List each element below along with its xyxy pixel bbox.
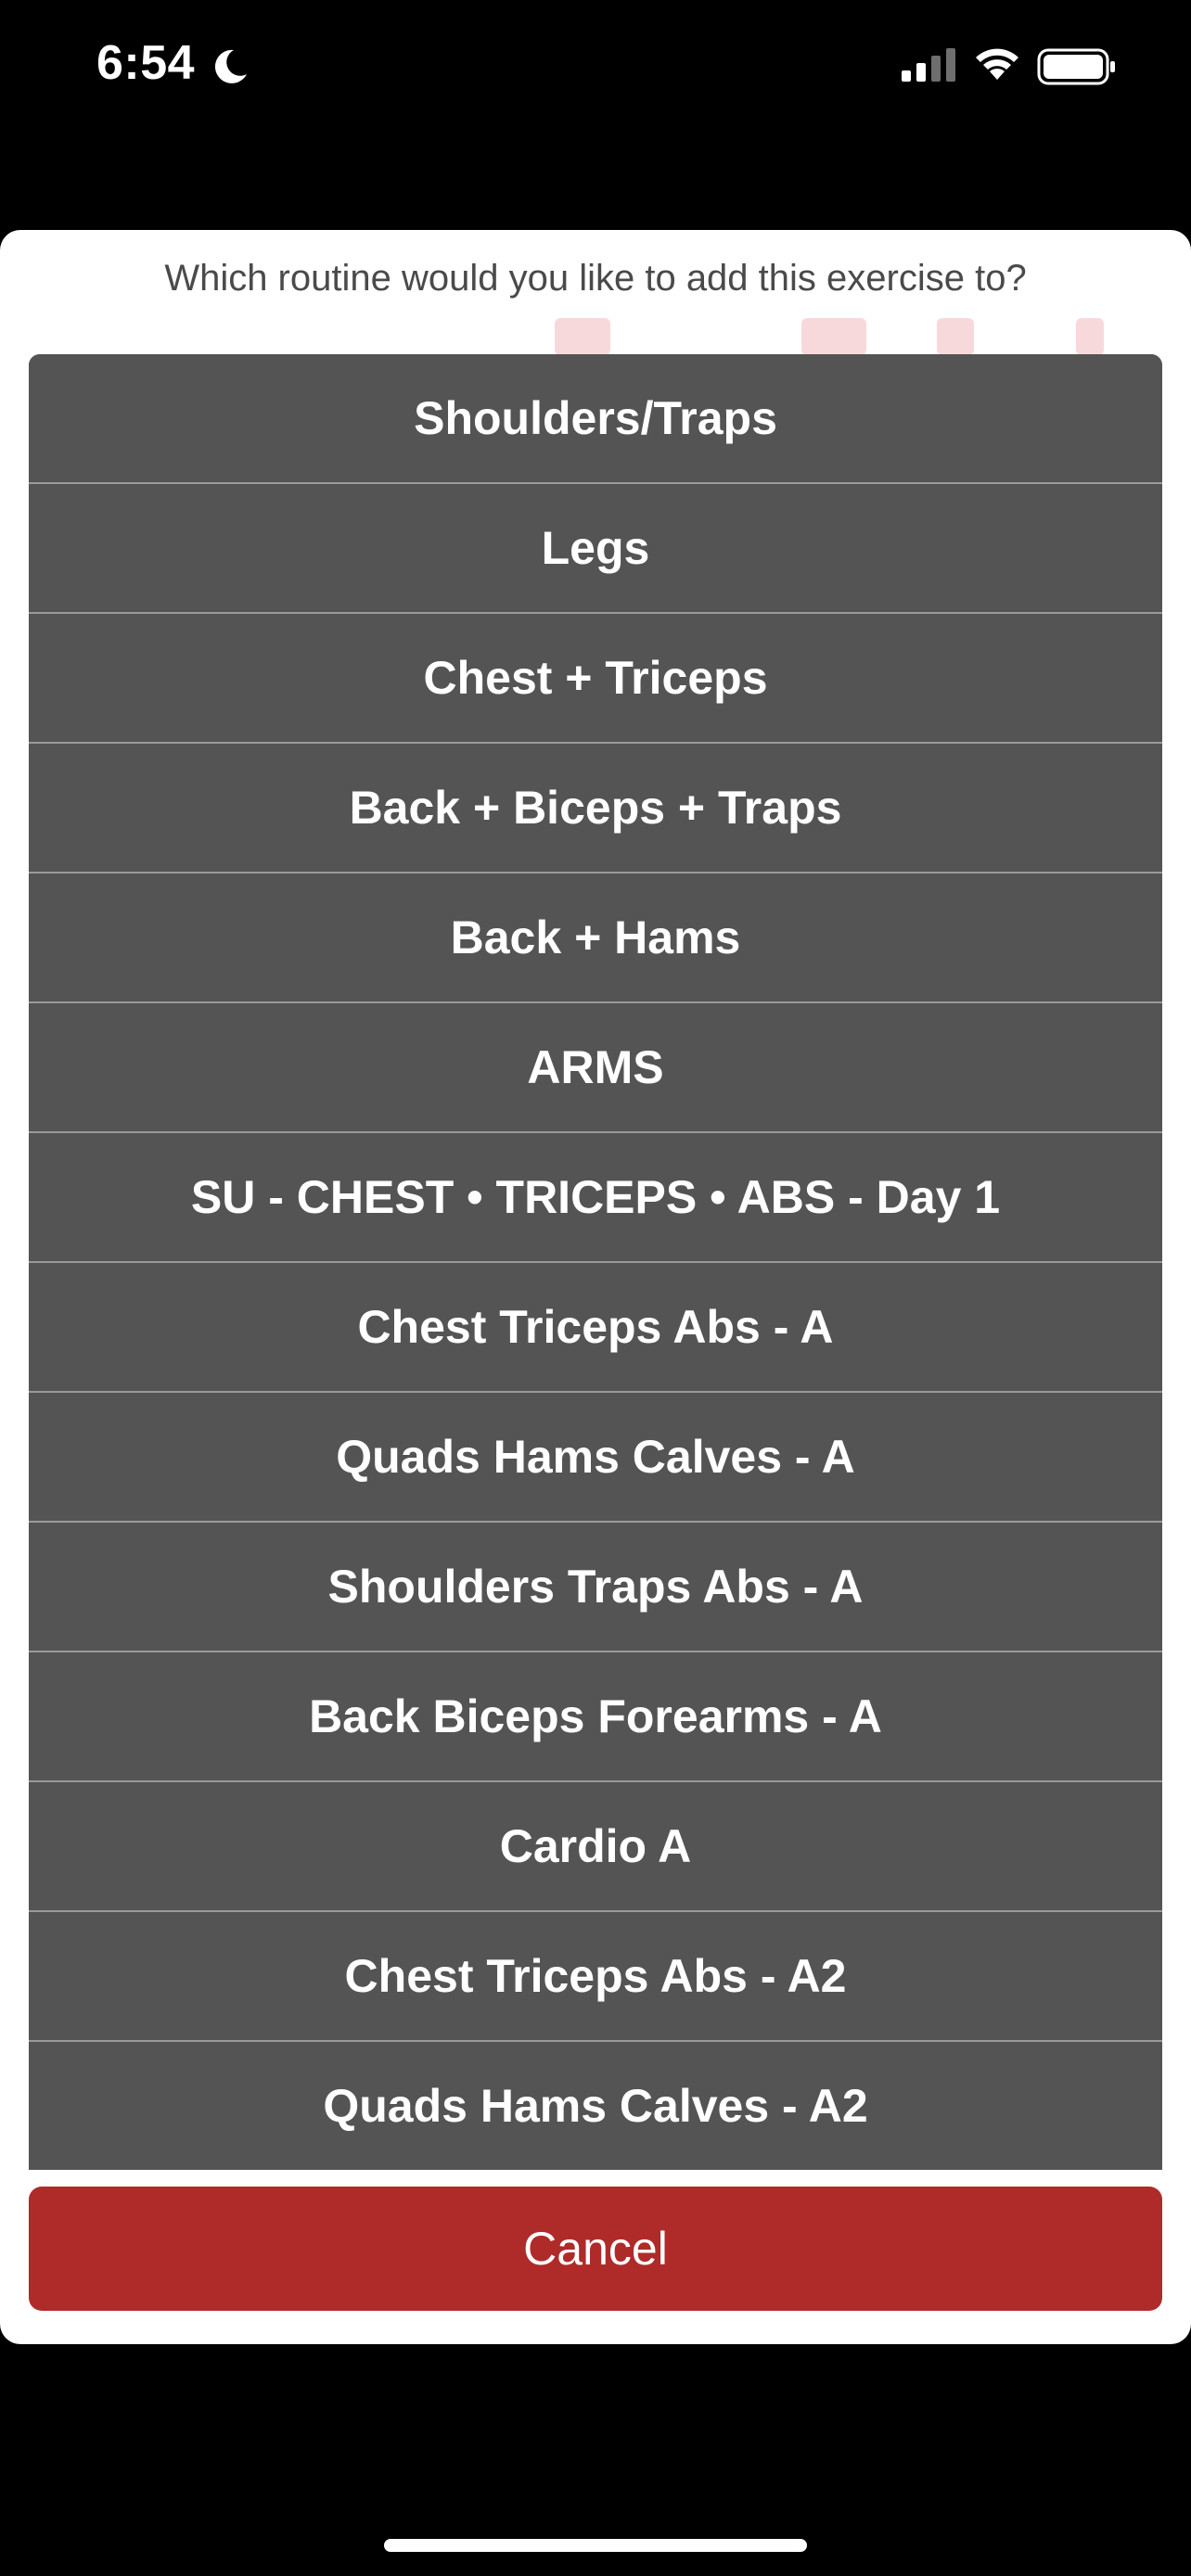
routine-option[interactable]: Shoulders/Traps xyxy=(29,354,1162,484)
routine-option[interactable]: Legs xyxy=(29,484,1162,614)
faded-background-toolbar-item xyxy=(1076,318,1104,355)
status-bar: 6:54 xyxy=(0,0,1191,139)
home-indicator[interactable] xyxy=(384,2539,807,2552)
sheet-title: Which routine would you like to add this… xyxy=(164,258,1027,299)
screen: 6:54 Which routine would you like to add… xyxy=(0,0,1191,2576)
routine-option[interactable]: Cardio A xyxy=(29,1782,1162,1912)
wifi-icon xyxy=(976,48,1018,80)
routine-list[interactable]: Shoulders/Traps Legs Chest + Triceps Bac… xyxy=(29,354,1162,2170)
routine-option[interactable]: Shoulders Traps Abs - A xyxy=(29,1523,1162,1652)
routine-option[interactable]: Chest Triceps Abs - A xyxy=(29,1263,1162,1393)
routine-option[interactable]: Quads Hams Calves - A xyxy=(29,1393,1162,1523)
status-time: 6:54 xyxy=(96,36,196,90)
routine-option[interactable]: Chest + Triceps xyxy=(29,614,1162,744)
routine-option[interactable]: SU - CHEST • TRICEPS • ABS - Day 1 xyxy=(29,1133,1162,1263)
routine-picker-sheet: Which routine would you like to add this… xyxy=(0,230,1191,2344)
moon-icon xyxy=(214,49,247,83)
faded-background-toolbar-item xyxy=(937,318,974,355)
signal-icon xyxy=(902,48,955,82)
routine-option[interactable]: Back Biceps Forearms - A xyxy=(29,1652,1162,1782)
routine-option[interactable]: Back + Biceps + Traps xyxy=(29,744,1162,874)
routine-option[interactable]: Chest Triceps Abs - A2 xyxy=(29,1912,1162,2042)
routine-option[interactable]: ARMS xyxy=(29,1003,1162,1133)
routine-option[interactable]: Quads Hams Calves - A2 xyxy=(29,2042,1162,2170)
faded-background-toolbar xyxy=(555,318,610,355)
battery-icon xyxy=(1037,48,1115,85)
routine-option[interactable]: Back + Hams xyxy=(29,874,1162,1003)
faded-background-toolbar-item xyxy=(801,318,866,355)
cancel-button[interactable]: Cancel xyxy=(29,2187,1162,2311)
